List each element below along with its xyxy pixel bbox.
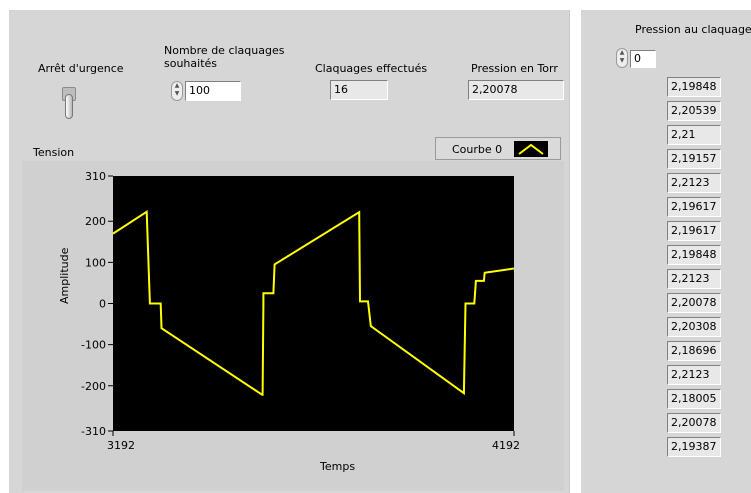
legend-swatch-line: [518, 143, 544, 155]
pressure-array-cell: 2,20078: [667, 413, 721, 433]
pressure-array-cell: 2,19617: [667, 221, 721, 241]
pressure-array-cell: 2,18696: [667, 341, 721, 361]
pressure-array-cell: 2,19387: [667, 437, 721, 457]
index-up-icon[interactable]: ▲: [617, 49, 627, 57]
pressure-array-cell: 2,20308: [667, 317, 721, 337]
pressure-array-cell: 2,2123: [667, 269, 721, 289]
x-tick-label: 3192: [107, 439, 135, 452]
array-index-input[interactable]: 0: [630, 50, 656, 68]
y-tick-label: 100: [85, 256, 106, 269]
front-panel: Arrêt d'urgence Nombre de claquages souh…: [0, 0, 751, 493]
chart-svg: 310 200 100 0 -100 -200 -3103192 4192: [81, 143, 544, 452]
pressure-array-cell: 2,19848: [667, 77, 721, 97]
right-panel-title: Pression au claquage: [635, 23, 751, 36]
pressure-array-cell: 2,2123: [667, 365, 721, 385]
y-tick-label: 310: [85, 170, 106, 183]
pressure-array-cell: 2,19157: [667, 149, 721, 169]
pressure-array-cell: 2,2123: [667, 173, 721, 193]
y-tick-label: -310: [81, 425, 106, 438]
index-down-icon[interactable]: ▼: [617, 57, 627, 65]
y-tick-label: 0: [99, 298, 106, 311]
series-line-courbe-0: [112, 210, 515, 396]
y-tick-label: -100: [81, 339, 106, 352]
pressure-array-cell: 2,20078: [667, 293, 721, 313]
pressure-array-cell: 2,19848: [667, 245, 721, 265]
pressure-array-cell: 2,19617: [667, 197, 721, 217]
y-tick-label: 200: [85, 215, 106, 228]
pressure-array-cell: 2,20539: [667, 101, 721, 121]
pressure-array-cell: 2,21: [667, 125, 721, 145]
y-tick-label: -200: [81, 380, 106, 393]
x-tick-label: 4192: [492, 439, 520, 452]
array-index-spinner[interactable]: ▲ ▼: [616, 48, 628, 68]
pressure-array-cell: 2,18005: [667, 389, 721, 409]
